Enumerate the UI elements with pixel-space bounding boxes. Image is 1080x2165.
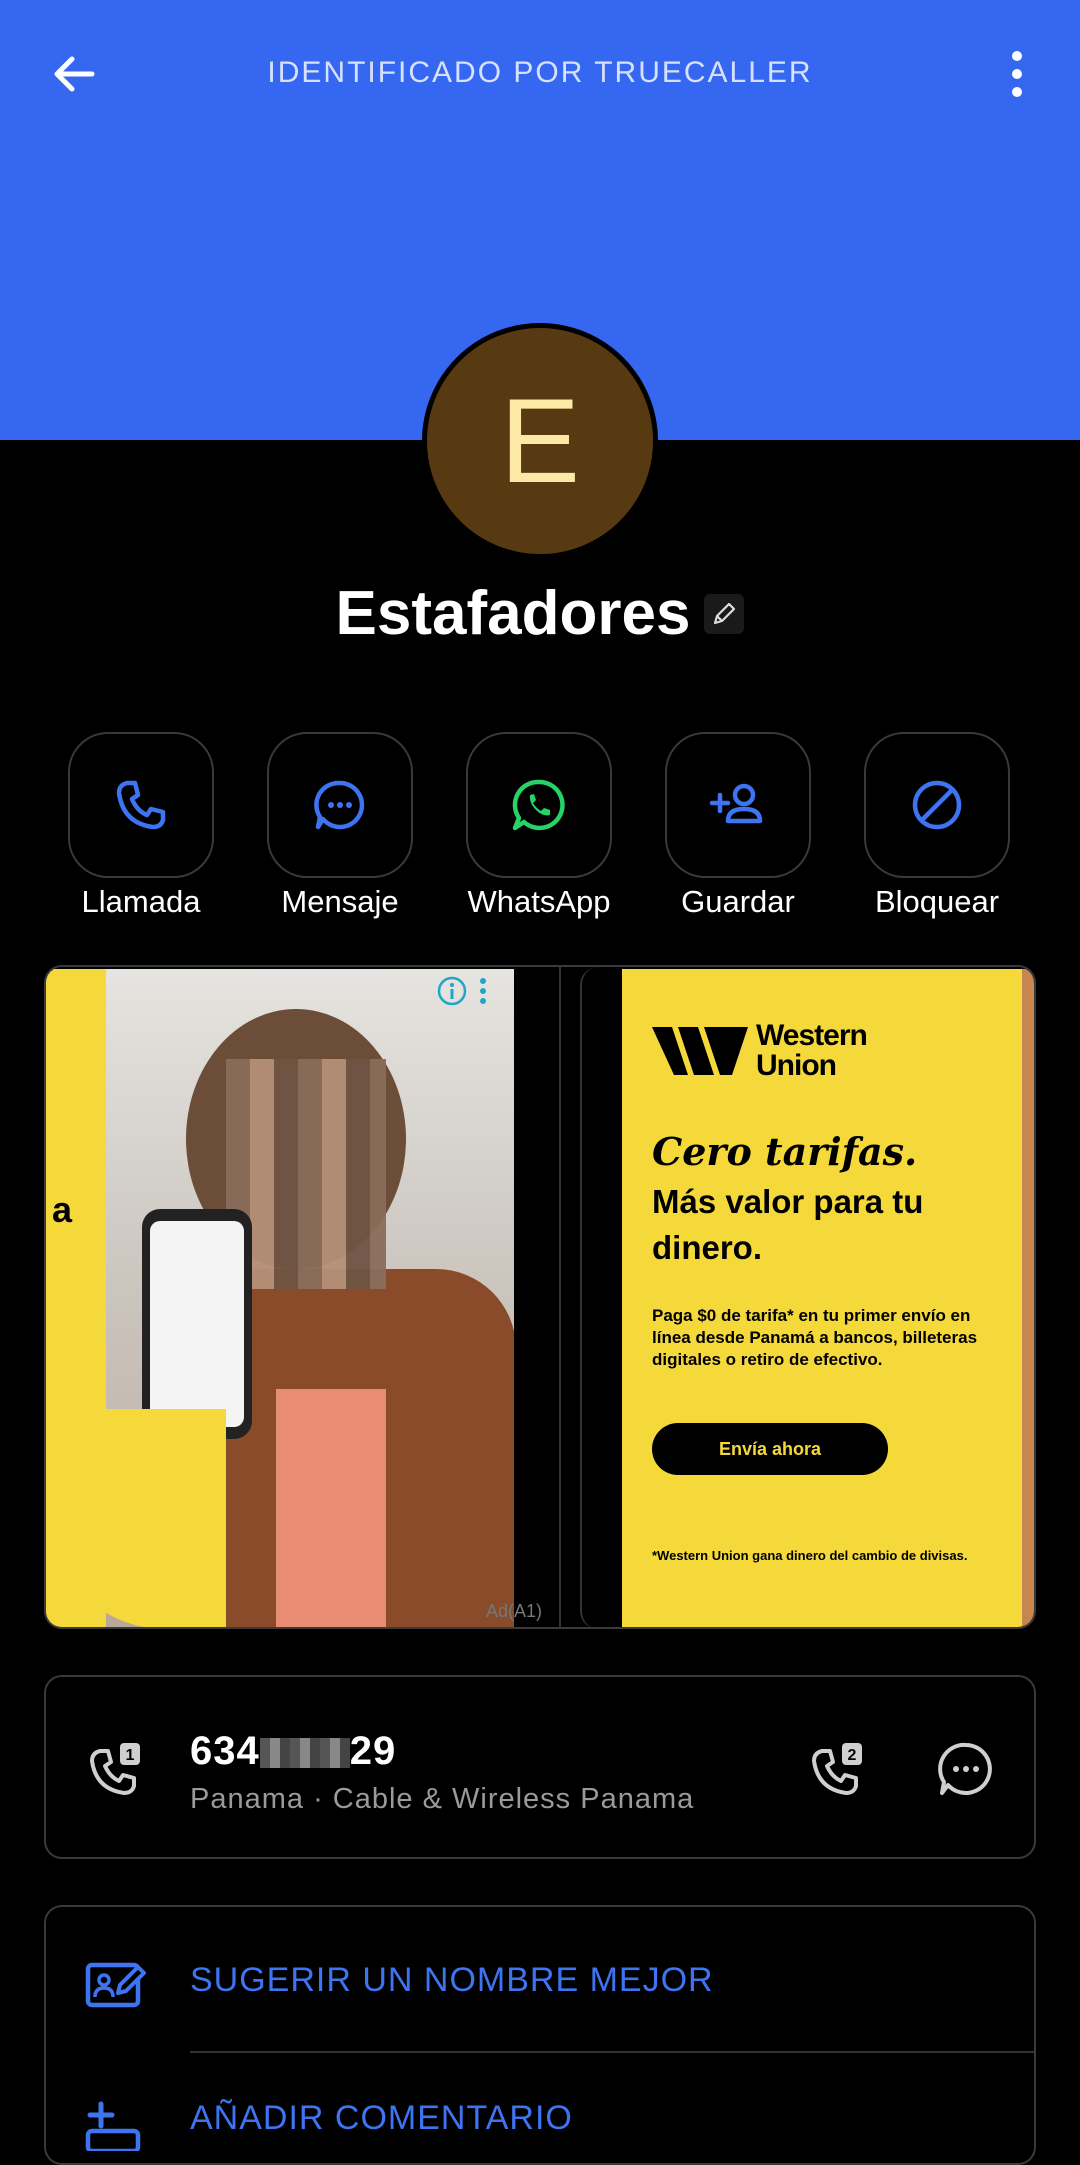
whatsapp-label: WhatsApp (467, 884, 611, 919)
call-sim1-button[interactable]: 1 (86, 1739, 146, 1804)
options-card: SUGERIR UN NOMBRE MEJOR AÑADIR COMENTARI… (44, 1905, 1036, 2165)
phone-number-card[interactable]: 1 634 29 Panama · Cable & Wireless Panama… (44, 1675, 1036, 1859)
message-action[interactable]: Mensaje (267, 732, 413, 920)
svg-text:2: 2 (848, 1747, 857, 1764)
ad-choices[interactable] (436, 975, 488, 1007)
contact-name: Estafadores (335, 579, 691, 648)
message-button[interactable] (267, 732, 413, 878)
svg-text:1: 1 (126, 1747, 135, 1764)
ad-cta-button[interactable]: Envía ahora (652, 1423, 888, 1475)
call-sim2-button[interactable]: 2 (808, 1739, 868, 1804)
ad-card-photo[interactable]: a Ad(A1) (46, 967, 561, 1627)
ad-body: Paga $0 de tarifa* en tu primer envío en… (652, 1306, 978, 1369)
suggest-name-button[interactable]: SUGERIR UN NOMBRE MEJOR (190, 1961, 714, 2000)
ad-label: Ad(A1) (486, 1601, 543, 1621)
ad-headline-1: Cero tarifas. (652, 1129, 918, 1174)
add-comment-icon (85, 2101, 141, 2154)
call-action[interactable]: Llamada (68, 732, 214, 920)
call-button[interactable] (68, 732, 214, 878)
ad-shirt (276, 1389, 386, 1627)
avatar-letter: E (499, 374, 581, 508)
edit-name-button[interactable] (704, 593, 745, 634)
add-comment-button[interactable]: AÑADIR COMENTARIO (190, 2099, 573, 2138)
ad-carousel[interactable]: a Ad(A1) Western Union Cero tarifas. Más… (44, 965, 1036, 1629)
pencil-icon (714, 602, 736, 624)
send-message-button[interactable] (936, 1739, 996, 1804)
phone-sim2-icon: 2 (812, 1743, 862, 1795)
phone-number: 634 29 (190, 1729, 397, 1773)
carrier-info: Panama · Cable & Wireless Panama (190, 1783, 695, 1815)
ad-card-western-union[interactable]: Western Union Cero tarifas. Más valor pa… (580, 967, 1034, 1627)
message-label: Mensaje (281, 884, 399, 919)
whatsapp-icon (512, 779, 565, 831)
save-label: Guardar (681, 884, 795, 919)
phone-icon (116, 780, 166, 830)
ad-partial-text: a (52, 1189, 73, 1230)
save-contact-button[interactable] (665, 732, 811, 878)
whatsapp-action[interactable]: WhatsApp (466, 732, 612, 920)
wu-panel: Western Union Cero tarifas. Más valor pa… (622, 969, 1022, 1627)
block-action[interactable]: Bloquear (864, 732, 1010, 920)
western-union-name: Western Union (756, 1019, 868, 1082)
message-icon (314, 780, 365, 830)
phone-sim1-icon: 1 (90, 1743, 140, 1795)
block-label: Bloquear (874, 884, 1000, 919)
call-label: Llamada (81, 884, 201, 919)
ad-photo: a (46, 969, 514, 1627)
ad-phone-screen (150, 1221, 244, 1427)
more-vertical-icon (1012, 51, 1022, 97)
western-union-logo-mark (652, 1027, 748, 1075)
avatar: E (422, 323, 658, 559)
suggest-name-icon-wrap[interactable] (84, 1955, 148, 2016)
ad-headline-2: Más valor para tu dinero. (652, 1183, 924, 1266)
message-icon (938, 1742, 992, 1795)
add-comment-icon-wrap[interactable] (84, 2095, 148, 2156)
whatsapp-button[interactable] (466, 732, 612, 878)
page-title: IDENTIFICADO POR TRUECALLER (267, 56, 813, 89)
contact-name-row: Estafadores (0, 578, 1080, 649)
add-person-icon (709, 783, 763, 824)
divider (190, 2051, 1034, 2053)
edit-card-icon (85, 1962, 146, 2008)
info-icon[interactable] (436, 975, 468, 1007)
block-button[interactable] (864, 732, 1010, 878)
ad-more-icon[interactable] (478, 975, 488, 1007)
western-union-logo: Western Union (652, 1019, 868, 1082)
block-icon (912, 780, 962, 830)
next-ad-peek (1022, 969, 1034, 1627)
save-action[interactable]: Guardar (665, 732, 811, 920)
masked-digits (259, 1738, 350, 1769)
more-options-button[interactable] (1000, 48, 1034, 100)
ad-footnote: *Western Union gana dinero del cambio de… (652, 1548, 968, 1563)
